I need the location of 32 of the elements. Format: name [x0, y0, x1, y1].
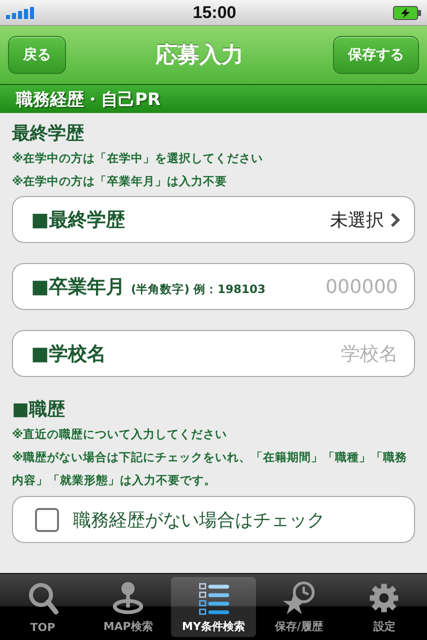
signal-icon [6, 6, 36, 18]
checklist-icon [196, 581, 231, 616]
star-clock-icon [282, 581, 316, 616]
field-label: ■学校名 [31, 342, 106, 366]
section-heading: ■職歴 [12, 398, 66, 422]
tab[interactable]: MAP検索 [85, 577, 171, 637]
tab[interactable]: TOP [0, 577, 86, 637]
tab[interactable]: 保存/履歴 [256, 577, 342, 637]
text-field[interactable]: ■卒業年月 (半角数字) 例：198103 000000 [12, 263, 415, 310]
field-label: ■卒業年月 [31, 274, 125, 300]
section-heading: 最終学歴 [12, 122, 85, 146]
input-field[interactable]: 000000 [265, 274, 400, 298]
tab[interactable]: MY条件検索 [170, 577, 256, 637]
screen-title: 応募入力 [156, 42, 244, 70]
input-field[interactable]: 学校名 [106, 342, 400, 366]
joystick-icon [111, 581, 146, 616]
text-field[interactable]: ■学校名 学校名 [12, 330, 415, 377]
field-hint: (半角数字) 例：198103 [130, 282, 266, 296]
note-text: ※職歴がない場合は下記にチェックをいれ、「在籍期間」「職種」「職務内容」「就業形態」は入力不要です。 [12, 449, 408, 489]
note-text: ※直近の職歴について入力してください [12, 426, 228, 443]
select-field[interactable]: ■最終学歴 未選択 [12, 196, 415, 243]
status-time: 15:00 [192, 2, 236, 22]
note-text: ※在学中の方は「在学中」を選択してください [12, 150, 264, 167]
section-title: 職務経歴・自己PR [16, 88, 161, 110]
field-value: 未選択 [330, 208, 384, 232]
checkbox[interactable] [35, 508, 59, 532]
checkbox-label: 職務経歴がない場合はチェック [73, 508, 325, 532]
note-text: ※在学中の方は「卒業年月」は入力不要 [12, 173, 228, 190]
battery-icon [392, 6, 421, 20]
field-label: ■最終学歴 [31, 208, 125, 232]
tab[interactable]: 設定 [342, 577, 427, 637]
chevron-icon [390, 212, 400, 228]
